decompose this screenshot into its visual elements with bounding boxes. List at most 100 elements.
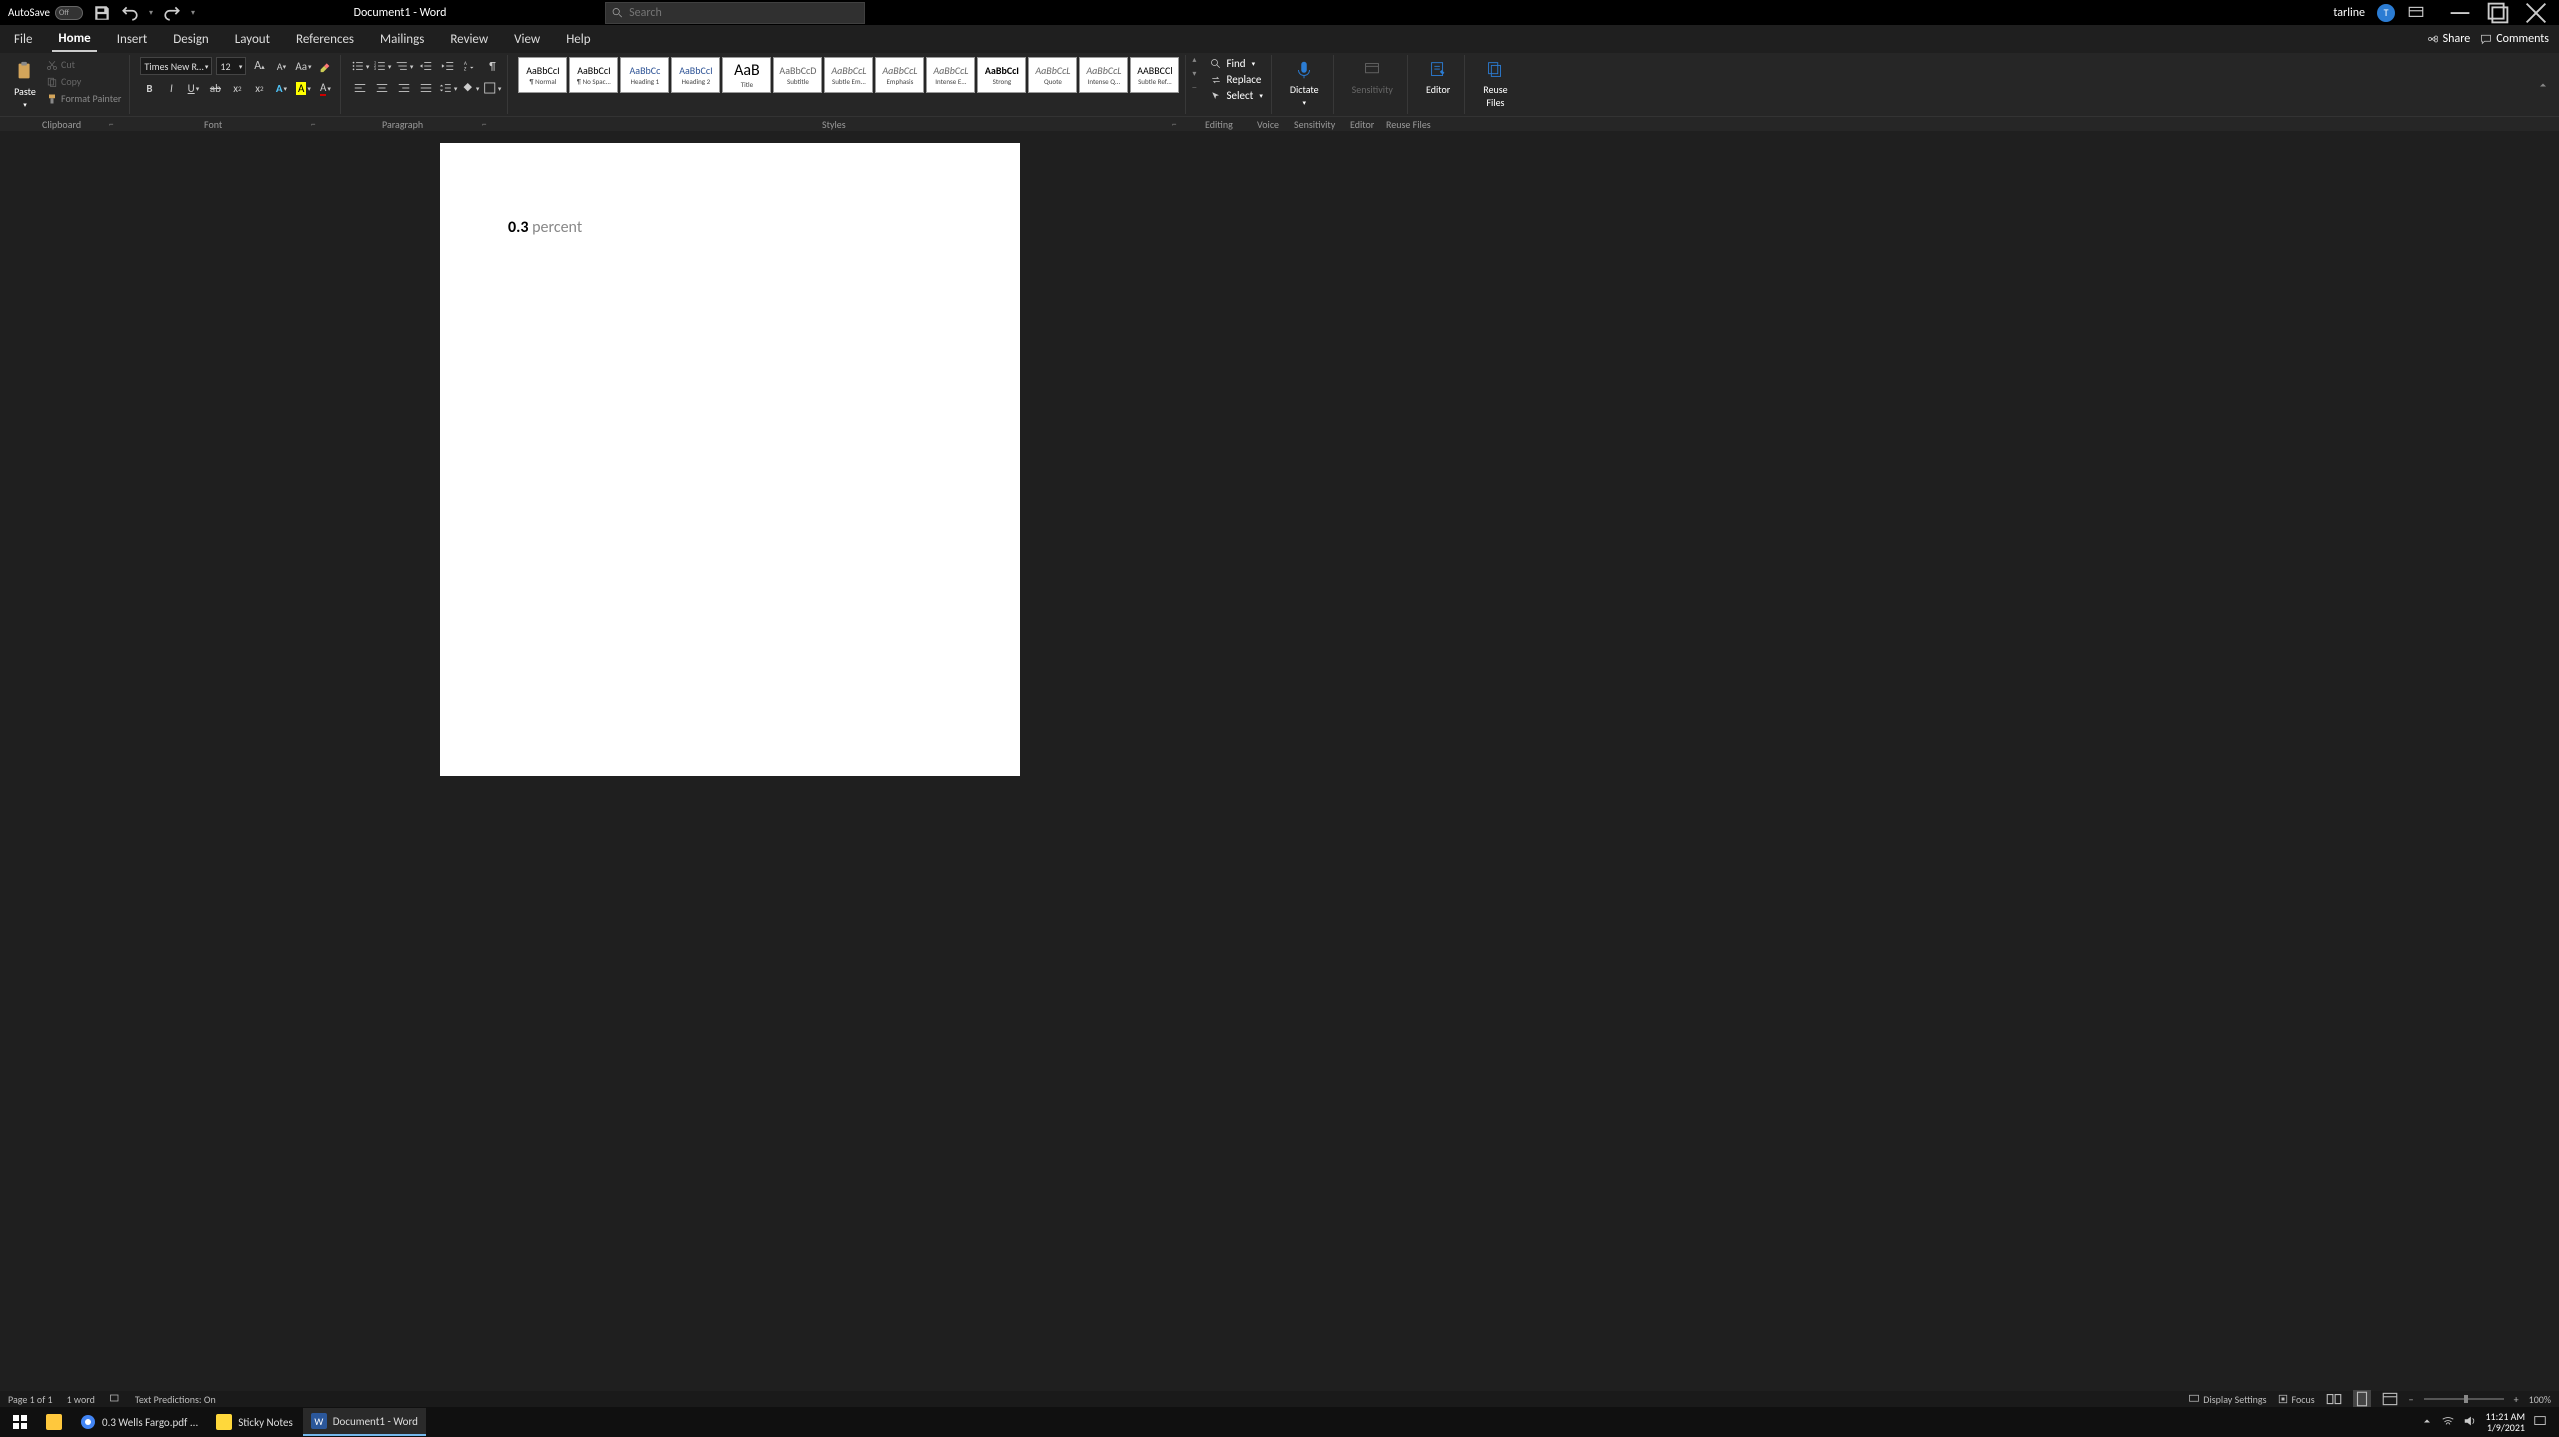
close-icon[interactable] <box>2521 4 2551 22</box>
read-mode-icon[interactable] <box>2325 1390 2343 1408</box>
find-button[interactable]: Find ▾ <box>1208 57 1264 70</box>
user-avatar[interactable]: T <box>2377 4 2395 22</box>
font-launcher[interactable]: ⌐ <box>311 119 315 130</box>
style-heading-1[interactable]: AaBbCcHeading 1 <box>620 57 669 93</box>
highlight-button[interactable]: A <box>294 79 312 97</box>
multilevel-button[interactable] <box>395 57 413 75</box>
zoom-value[interactable]: 100% <box>2529 1393 2551 1406</box>
tray-overflow-icon[interactable] <box>2421 1415 2433 1430</box>
tab-mailings[interactable]: Mailings <box>374 28 430 51</box>
zoom-in-button[interactable]: + <box>2514 1393 2519 1406</box>
paste-button[interactable]: Paste ▾ <box>10 57 40 111</box>
tray-notifications-icon[interactable] <box>2533 1414 2547 1431</box>
style-normal[interactable]: AaBbCcI¶ Normal <box>518 57 567 93</box>
collapse-ribbon-icon[interactable] <box>2531 55 2555 114</box>
sticky-notes-task[interactable]: Sticky Notes <box>208 1408 301 1436</box>
copy-button[interactable]: Copy <box>44 74 123 89</box>
web-layout-icon[interactable] <box>2381 1390 2399 1408</box>
style-subtitle[interactable]: AaBbCcDSubtitle <box>773 57 822 93</box>
dictate-button[interactable]: Dictate ▾ <box>1282 57 1327 109</box>
shading-button[interactable] <box>461 79 479 97</box>
tab-references[interactable]: References <box>290 28 360 51</box>
tab-review[interactable]: Review <box>444 28 494 51</box>
decrease-indent-button[interactable] <box>417 57 435 75</box>
clear-formatting-button[interactable] <box>316 57 334 75</box>
style-intense-e[interactable]: AaBbCcLIntense E... <box>926 57 975 93</box>
italic-button[interactable]: I <box>162 79 180 97</box>
search-box[interactable] <box>605 2 865 24</box>
style-intense-q[interactable]: AaBbCcLIntense Q... <box>1079 57 1128 93</box>
change-case-button[interactable]: Aa <box>294 57 312 75</box>
file-explorer-task[interactable] <box>38 1408 70 1436</box>
align-left-button[interactable] <box>351 79 369 97</box>
style-subtle-em[interactable]: AaBbCcLSubtle Em... <box>824 57 873 93</box>
undo-icon[interactable] <box>121 4 139 22</box>
save-icon[interactable] <box>93 4 111 22</box>
focus-button[interactable]: Focus <box>2277 1393 2315 1406</box>
style-heading-2[interactable]: AaBbCcIHeading 2 <box>671 57 720 93</box>
sort-button[interactable]: AZ <box>461 57 479 75</box>
styles-scroll-down[interactable]: ▾ <box>1192 69 1196 79</box>
align-center-button[interactable] <box>373 79 391 97</box>
document-page[interactable]: 0.3 percent <box>440 143 1020 776</box>
print-layout-icon[interactable] <box>2353 1390 2371 1408</box>
paragraph-launcher[interactable]: ⌐ <box>482 119 486 130</box>
ribbon-display-icon[interactable] <box>2407 4 2425 22</box>
status-page[interactable]: Page 1 of 1 <box>8 1393 53 1406</box>
borders-button[interactable] <box>483 79 501 97</box>
tab-help[interactable]: Help <box>560 28 596 51</box>
style-emphasis[interactable]: AaBbCcLEmphasis <box>875 57 924 93</box>
status-spell-icon[interactable] <box>109 1392 121 1407</box>
replace-button[interactable]: Replace <box>1208 73 1264 86</box>
style-no-spac[interactable]: AaBbCcI¶ No Spac... <box>569 57 618 93</box>
numbering-button[interactable]: 123 <box>373 57 391 75</box>
increase-indent-button[interactable] <box>439 57 457 75</box>
line-spacing-button[interactable] <box>439 79 457 97</box>
comments-button[interactable]: Comments <box>2480 32 2549 46</box>
style-subtle-ref[interactable]: AABBCClSubtle Ref... <box>1130 57 1179 93</box>
cut-button[interactable]: Cut <box>44 57 123 72</box>
text-effects-button[interactable]: A <box>272 79 290 97</box>
display-settings-button[interactable]: Display Settings <box>2188 1393 2266 1406</box>
tab-view[interactable]: View <box>508 28 546 51</box>
reuse-files-button[interactable]: Reuse Files <box>1475 57 1515 111</box>
tab-layout[interactable]: Layout <box>229 28 276 51</box>
styles-more-button[interactable]: ▴ <box>1192 55 1196 65</box>
status-predictions[interactable]: Text Predictions: On <box>135 1393 216 1406</box>
chrome-task[interactable]: 0.3 Wells Fargo.pdf ... <box>72 1408 206 1436</box>
tray-sound-icon[interactable] <box>2463 1414 2477 1431</box>
tray-date[interactable]: 1/9/2021 <box>2485 1422 2525 1433</box>
styles-launcher[interactable]: ⌐ <box>1172 119 1176 130</box>
minimize-icon[interactable] <box>2445 4 2475 22</box>
sensitivity-button[interactable]: Sensitivity <box>1344 57 1401 98</box>
qat-customize[interactable]: ▾ <box>191 8 195 18</box>
shrink-font-button[interactable]: A▾ <box>272 57 290 75</box>
redo-icon[interactable] <box>163 4 181 22</box>
style-quote[interactable]: AaBbCcLQuote <box>1028 57 1077 93</box>
font-name-combo[interactable]: Times New Roman▾ <box>140 57 212 75</box>
font-color-button[interactable]: A <box>316 79 334 97</box>
bullets-button[interactable] <box>351 57 369 75</box>
underline-button[interactable]: U <box>184 79 202 97</box>
bold-button[interactable]: B <box>140 79 158 97</box>
autosave-control[interactable]: AutoSave Off <box>8 6 83 20</box>
style-title[interactable]: AaBTitle <box>722 57 771 93</box>
share-button[interactable]: Share <box>2427 32 2471 46</box>
tab-home[interactable]: Home <box>52 27 96 52</box>
align-right-button[interactable] <box>395 79 413 97</box>
format-painter-button[interactable]: Format Painter <box>44 91 123 106</box>
strikethrough-button[interactable]: ab <box>206 79 224 97</box>
tab-insert[interactable]: Insert <box>111 28 154 51</box>
tray-wifi-icon[interactable] <box>2441 1414 2455 1431</box>
undo-dropdown[interactable]: ▾ <box>149 8 153 18</box>
styles-expand[interactable]: ⎯ <box>1192 83 1196 93</box>
clipboard-launcher[interactable]: ⌐ <box>109 119 113 130</box>
zoom-out-button[interactable]: − <box>2409 1393 2414 1406</box>
font-size-combo[interactable]: 12▾ <box>216 57 246 75</box>
search-input[interactable] <box>629 6 858 20</box>
superscript-button[interactable]: x2 <box>250 79 268 97</box>
editor-button[interactable]: Editor <box>1418 57 1458 98</box>
status-words[interactable]: 1 word <box>67 1393 95 1406</box>
autosave-toggle[interactable]: Off <box>55 6 83 20</box>
tab-design[interactable]: Design <box>167 28 214 51</box>
